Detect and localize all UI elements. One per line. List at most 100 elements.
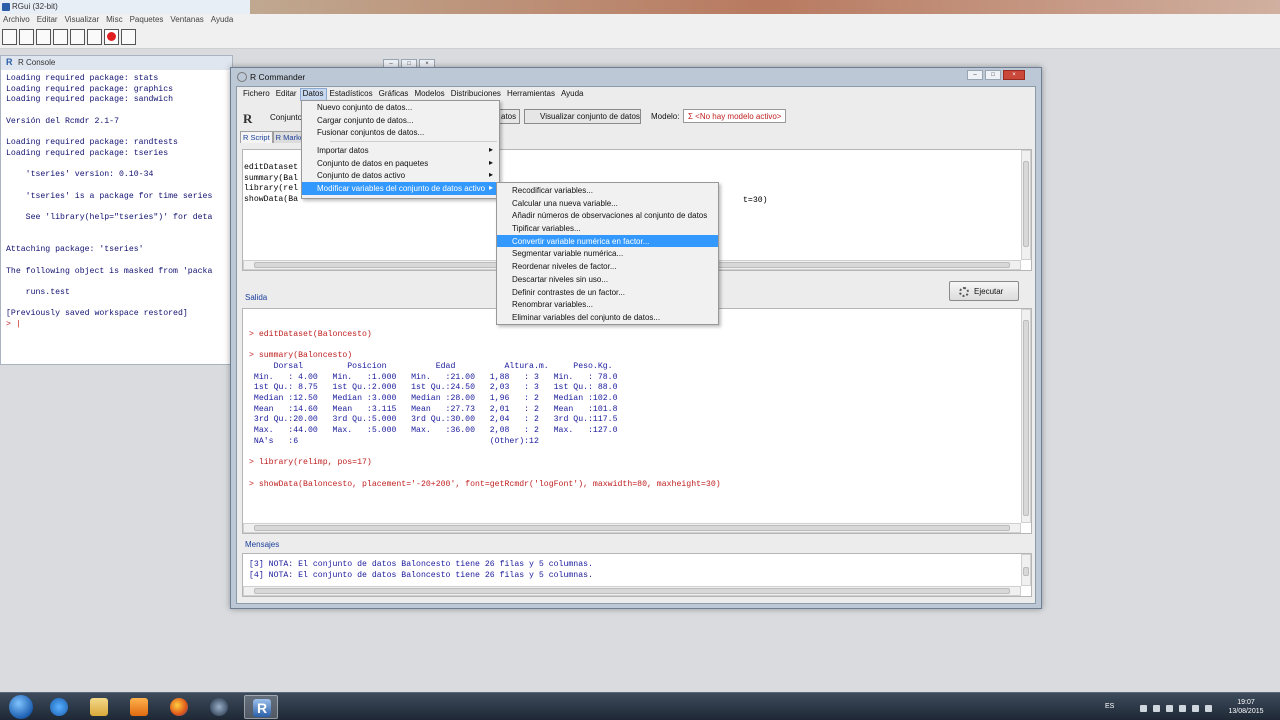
menu-item-modificar-variables[interactable]: Modificar variables del conjunto de dato… xyxy=(302,182,499,195)
tray-icon[interactable] xyxy=(1179,705,1186,712)
menu-item-conjunto-paquetes[interactable]: Conjunto de datos en paquetes xyxy=(302,157,499,170)
output-command: > library(relimp, pos=17) xyxy=(249,458,372,468)
r-icon[interactable]: R xyxy=(244,695,278,719)
output-pane[interactable]: > editDataset(Baloncesto) > summary(Balo… xyxy=(242,308,1032,534)
rgui-menu-paquetes[interactable]: Paquetes xyxy=(130,15,164,27)
messages-pane[interactable]: [3] NOTA: El conjunto de datos Baloncest… xyxy=(242,553,1032,597)
rgui-menu-misc[interactable]: Misc xyxy=(106,15,122,27)
desktop-wallpaper-strip xyxy=(250,0,1280,14)
submenu-item-recodificar[interactable]: Recodificar variables... xyxy=(497,184,718,197)
submenu-item-segmentar[interactable]: Segmentar variable numérica... xyxy=(497,247,718,260)
menu-item-fusionar-conjuntos[interactable]: Fusionar conjuntos de datos... xyxy=(302,126,499,139)
menu-separator xyxy=(330,141,497,143)
messages-vscrollbar[interactable] xyxy=(1021,554,1031,586)
submenu-item-definir-contrastes[interactable]: Definir contrastes de un factor... xyxy=(497,286,718,299)
tray-icon[interactable] xyxy=(1140,705,1147,712)
r-console-window: R R Console Loading required package: st… xyxy=(0,55,233,365)
active-model-button[interactable]: Σ <No hay modelo activo> xyxy=(683,109,787,123)
dataset-label: Conjunto xyxy=(270,113,303,122)
model-label: Modelo: xyxy=(651,112,680,121)
console-text: Loading required package: stats Loading … xyxy=(6,74,213,319)
stop-icon[interactable] xyxy=(104,29,119,45)
volume-icon[interactable] xyxy=(1205,705,1212,712)
execute-button[interactable]: Ejecutar xyxy=(949,281,1019,301)
rcommander-titlebar: R Commander xyxy=(237,72,305,82)
submenu-item-descartar-niveles[interactable]: Descartar niveles sin uso... xyxy=(497,273,718,286)
rgui-title: RGui (32-bit) xyxy=(12,2,58,11)
output-vscrollbar[interactable] xyxy=(1021,309,1031,523)
r-logo-icon: R xyxy=(6,57,13,67)
file-explorer-icon[interactable] xyxy=(82,695,116,719)
menu-editar[interactable]: Editar xyxy=(273,88,300,101)
clock-date: 13/08/2015 xyxy=(1228,708,1264,715)
menu-herramientas[interactable]: Herramientas xyxy=(504,88,558,101)
r-app-icon xyxy=(2,3,10,11)
output-command: > showData(Baloncesto, placement='-20+20… xyxy=(249,479,721,489)
copy-icon[interactable] xyxy=(53,29,68,45)
clock-time: 19:07 xyxy=(1237,699,1255,706)
rgui-menu-archivo[interactable]: Archivo xyxy=(3,15,30,27)
rgui-menu-visualizar[interactable]: Visualizar xyxy=(65,15,100,27)
console-prompt[interactable]: > | xyxy=(6,320,21,329)
menu-fichero[interactable]: Fichero xyxy=(240,88,273,101)
datos-dropdown-menu: Nuevo conjunto de datos... Cargar conjun… xyxy=(301,100,500,199)
rcommander-minimize-button[interactable]: – xyxy=(967,70,983,80)
tray-icon[interactable] xyxy=(1153,705,1160,712)
clock[interactable]: 19:07 13/08/2015 xyxy=(1224,698,1268,716)
edit-dataset-button[interactable]: atos xyxy=(499,109,520,124)
menu-item-importar-datos[interactable]: Importar datos xyxy=(302,144,499,157)
rgui-menu-ventanas[interactable]: Ventanas xyxy=(170,15,203,27)
menu-item-nuevo-conjunto[interactable]: Nuevo conjunto de datos... xyxy=(302,101,499,114)
rcommander-maximize-button[interactable]: □ xyxy=(985,70,1001,80)
start-button[interactable] xyxy=(3,694,39,720)
rcommander-close-button[interactable]: × xyxy=(1003,70,1025,80)
menu-item-conjunto-activo[interactable]: Conjunto de datos activo xyxy=(302,169,499,182)
open-script-icon[interactable] xyxy=(2,29,17,45)
rgui-menu-editar[interactable]: Editar xyxy=(37,15,58,27)
paste-icon[interactable] xyxy=(70,29,85,45)
execute-label: Ejecutar xyxy=(974,287,1004,296)
messages-label: Mensajes xyxy=(245,540,280,549)
language-indicator[interactable]: ES xyxy=(1105,703,1114,710)
modificar-variables-submenu: Recodificar variables... Calcular una nu… xyxy=(496,182,719,325)
media-player-icon[interactable] xyxy=(122,695,156,719)
r-logo-icon: R xyxy=(243,111,253,126)
output-label: Salida xyxy=(245,293,268,302)
submenu-item-calcular-variable[interactable]: Calcular una nueva variable... xyxy=(497,197,718,210)
copy-paste-icon[interactable] xyxy=(87,29,102,45)
rcommander-menubar: Fichero Editar Datos Estadísticos Gráfic… xyxy=(237,87,1035,101)
menu-ayuda[interactable]: Ayuda xyxy=(558,88,587,101)
view-dataset-label: Visualizar conjunto de datos xyxy=(540,112,640,121)
submenu-item-renombrar[interactable]: Renombrar variables... xyxy=(497,298,718,311)
menu-item-cargar-conjunto[interactable]: Cargar conjunto de datos... xyxy=(302,114,499,127)
r-console-title: R Console xyxy=(18,58,56,67)
submenu-item-anadir-numeros[interactable]: Añadir números de observaciones al conju… xyxy=(497,209,718,222)
tab-r-script[interactable]: R Script xyxy=(240,131,273,143)
view-dataset-button[interactable]: Visualizar conjunto de datos xyxy=(524,109,641,124)
r-console-output[interactable]: Loading required package: stats Loading … xyxy=(1,70,232,364)
print-icon[interactable] xyxy=(121,29,136,45)
steam-icon[interactable] xyxy=(202,695,236,719)
script-tabs: R Script R Markd xyxy=(240,131,308,143)
tray-icon[interactable] xyxy=(1192,705,1199,712)
network-icon[interactable] xyxy=(1166,705,1173,712)
windows-logo-icon xyxy=(9,695,33,719)
script-vscrollbar[interactable] xyxy=(1021,150,1031,260)
rgui-menubar: Archivo Editar Visualizar Misc Paquetes … xyxy=(0,14,1280,27)
internet-explorer-icon[interactable] xyxy=(42,695,76,719)
rgui-titlebar: RGui (32-bit) xyxy=(0,0,250,14)
rgui-toolbar xyxy=(0,27,1280,49)
execute-icon xyxy=(959,287,969,297)
load-workspace-icon[interactable] xyxy=(19,29,34,45)
output-command: > summary(Baloncesto) xyxy=(249,351,353,361)
output-hscrollbar[interactable] xyxy=(243,523,1021,533)
rgui-menu-ayuda[interactable]: Ayuda xyxy=(211,15,234,27)
submenu-item-eliminar-variables[interactable]: Eliminar variables del conjunto de datos… xyxy=(497,311,718,324)
messages-hscrollbar[interactable] xyxy=(243,586,1021,596)
submenu-item-tipificar[interactable]: Tipificar variables... xyxy=(497,222,718,235)
submenu-item-convertir-factor[interactable]: Convertir variable numérica en factor... xyxy=(497,234,718,248)
submenu-item-reordenar-niveles[interactable]: Reordenar niveles de factor... xyxy=(497,260,718,273)
r-console-titlebar: R R Console xyxy=(1,56,232,70)
save-workspace-icon[interactable] xyxy=(36,29,51,45)
firefox-icon[interactable] xyxy=(162,695,196,719)
